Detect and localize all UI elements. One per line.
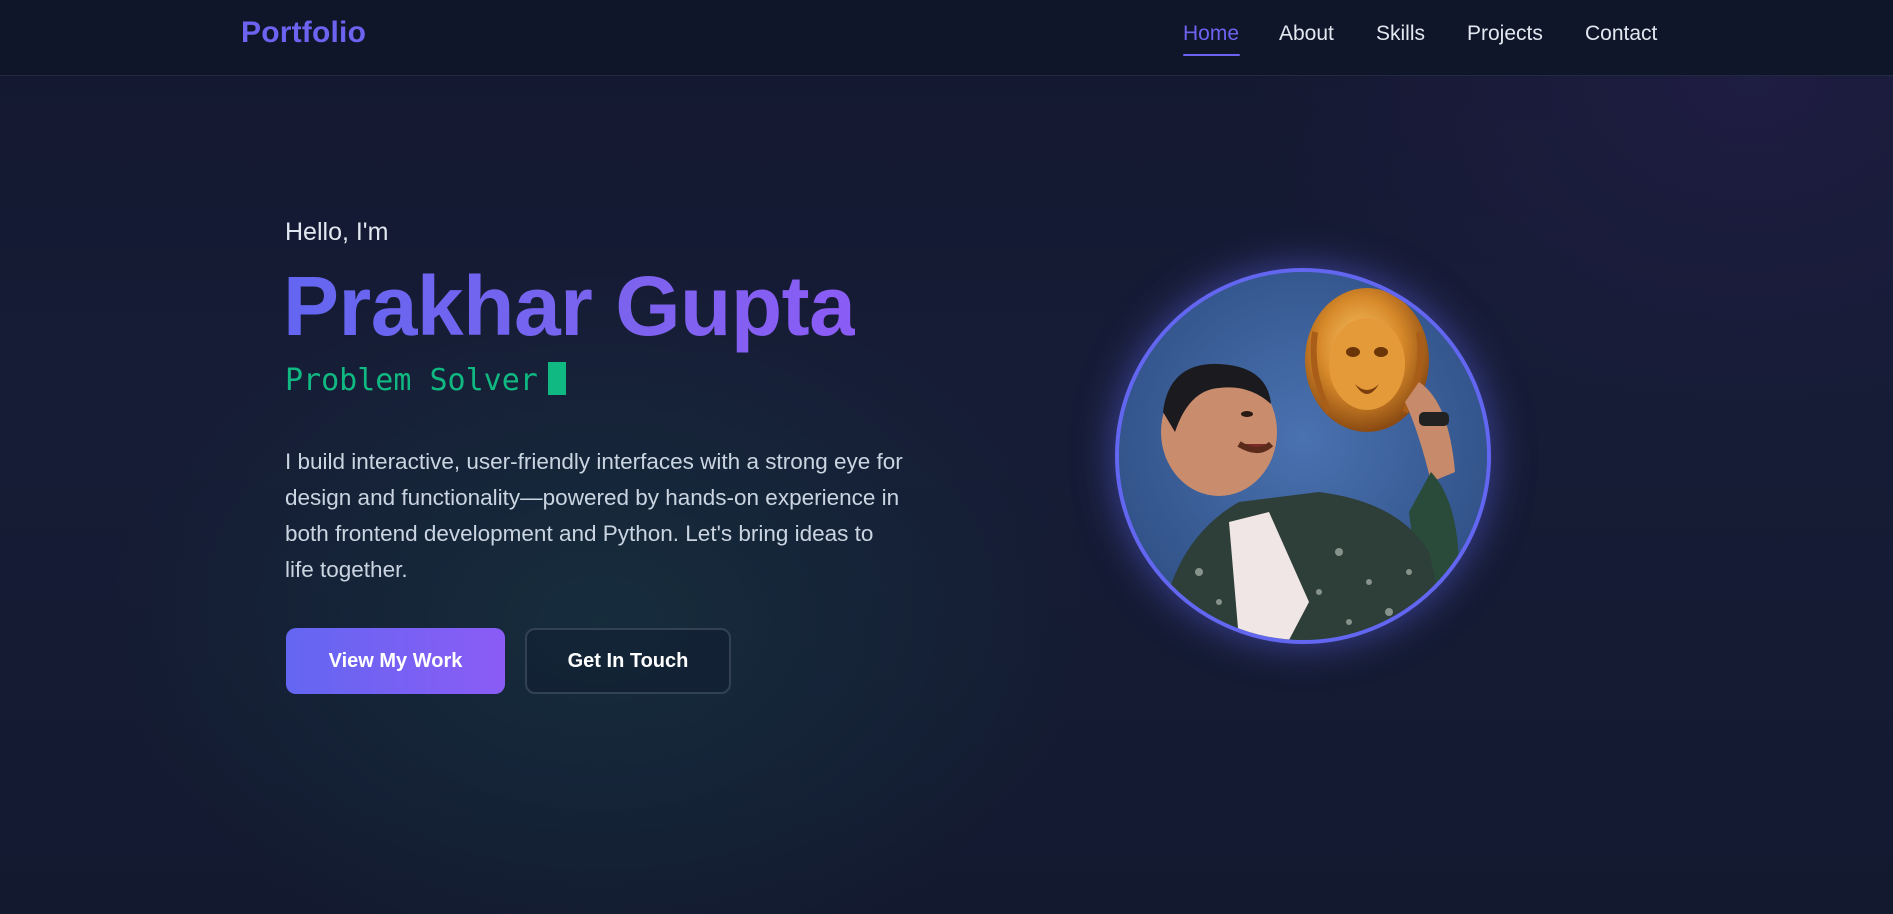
profile-photo bbox=[1119, 272, 1487, 640]
nav-contact[interactable]: Contact bbox=[1585, 22, 1657, 46]
typing-cursor bbox=[547, 362, 566, 395]
avatar bbox=[1115, 268, 1491, 644]
hero-name: Prakhar Gupta bbox=[283, 259, 856, 353]
nav-home[interactable]: Home bbox=[1183, 22, 1239, 46]
hero-greeting: Hello, I'm bbox=[285, 218, 389, 246]
get-in-touch-button[interactable]: Get In Touch bbox=[525, 628, 731, 694]
hero-bio: I build interactive, user-friendly inter… bbox=[285, 449, 903, 582]
nav-projects[interactable]: Projects bbox=[1467, 22, 1543, 46]
hero-role-text: Problem Solver bbox=[285, 363, 538, 398]
nav-active-indicator bbox=[1183, 54, 1240, 56]
hero-role: Problem Solver bbox=[285, 362, 566, 398]
nav-links: Home About Skills Projects Contact bbox=[0, 0, 1893, 76]
navbar: Portfolio Home About Skills Projects Con… bbox=[0, 0, 1893, 76]
nav-about[interactable]: About bbox=[1279, 22, 1334, 46]
nav-skills[interactable]: Skills bbox=[1376, 22, 1425, 46]
view-my-work-button[interactable]: View My Work bbox=[286, 628, 505, 694]
